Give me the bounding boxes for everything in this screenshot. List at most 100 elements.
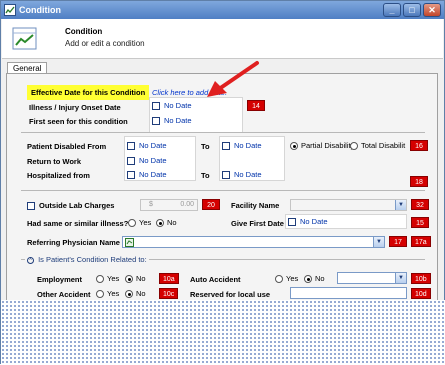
window-title: Condition [19,5,61,15]
other-yes-radio[interactable] [96,289,104,298]
total-disability-label: Total Disabilit [361,141,406,150]
hospitalized-label: Hospitalized from [27,171,90,180]
give-first-checkbox[interactable] [288,217,296,226]
hospitalized-badge: 18 [410,176,428,187]
auto-yes-option[interactable]: Yes [275,274,298,283]
other-accident-badge: 10c [159,288,179,299]
hosp-from-no-date[interactable]: No Date [127,170,167,179]
first-seen-no-date-checkbox[interactable] [152,116,160,125]
maximize-button[interactable]: □ [403,3,421,17]
hosp-to-no-date-label: No Date [234,170,262,179]
disabled-to-no-date[interactable]: No Date [222,141,262,150]
partial-disability-label: Partial Disability [301,141,355,150]
torn-edge-overlay [1,300,445,365]
auto-yes-label: Yes [286,274,299,283]
onset-date-label: Illness / Injury Onset Date [29,103,121,112]
chevron-down-icon[interactable]: ▼ [395,200,406,210]
other-no-option[interactable]: No [125,289,146,298]
disabled-to-checkbox[interactable] [222,141,230,150]
chevron-down-icon[interactable]: ▼ [395,273,406,283]
return-work-no-date-label: No Date [139,156,167,165]
employment-label: Employment [37,275,83,284]
auto-no-radio[interactable] [304,274,312,283]
other-no-radio[interactable] [125,289,133,298]
first-seen-no-date-label: No Date [164,116,192,125]
employment-yes-label: Yes [107,274,120,283]
employment-no-option[interactable]: No [125,274,146,283]
give-first-date-label: Give First Date [231,219,284,228]
employment-badge: 10a [159,273,179,284]
divider [21,132,425,133]
employment-yes-radio[interactable] [96,274,104,283]
similar-no-label: No [167,218,177,227]
first-seen-label: First seen for this condition [29,117,128,126]
collapse-icon[interactable]: ^ [27,257,34,264]
partial-disability-option[interactable]: Partial Disability [290,141,354,150]
auto-state-select[interactable]: ▼ [337,272,407,284]
hosp-from-checkbox[interactable] [127,170,135,179]
lab-currency: $ [149,201,153,208]
referring-physician-label: Referring Physician Name [27,238,120,247]
hosp-to-checkbox[interactable] [222,170,230,179]
outside-lab-option[interactable]: Outside Lab Charges [27,201,114,210]
lab-amount-input[interactable]: $ 0.00 [140,199,198,211]
red-arrow-icon [207,61,259,97]
onset-badge: 14 [247,100,265,111]
other-no-label: No [136,289,146,298]
related-group-title: ^ Is Patient's Condition Related to: [25,255,149,264]
onset-no-date-label: No Date [164,101,192,110]
auto-no-label: No [315,274,325,283]
hosp-to-no-date[interactable]: No Date [222,170,262,179]
chart-icon [12,27,37,50]
return-work-no-date[interactable]: No Date [127,156,167,165]
minimize-button[interactable]: _ [383,3,401,17]
referring-physician-select[interactable]: ▼ [122,236,385,248]
facility-select[interactable]: ▼ [290,199,407,211]
auto-badge: 10b [411,273,431,284]
other-yes-label: Yes [107,289,120,298]
total-disability-radio[interactable] [350,141,358,150]
reserved-local-use-input[interactable] [290,287,407,299]
related-title-text: Is Patient's Condition Related to: [38,255,147,264]
similar-yes-radio[interactable] [128,218,136,227]
disabled-from-checkbox[interactable] [127,141,135,150]
other-yes-option[interactable]: Yes [96,289,119,298]
similar-yes-label: Yes [139,218,152,227]
similar-illness-label: Had same or similar illness? [27,219,129,228]
hosp-from-no-date-label: No Date [139,170,167,179]
close-button[interactable]: ✕ [423,3,441,17]
auto-yes-radio[interactable] [275,274,283,283]
similar-yes-option[interactable]: Yes [128,218,151,227]
outside-lab-badge: 20 [202,199,220,210]
chevron-down-icon[interactable]: ▼ [373,237,384,247]
referring-badge-17: 17 [389,236,407,247]
header-subtitle: Add or edit a condition [65,39,145,48]
condition-app-icon [4,4,16,16]
return-to-work-label: Return to Work [27,157,82,166]
patient-disabled-label: Patient Disabled From [27,142,107,151]
give-first-no-date-label: No Date [300,217,328,226]
similar-no-option[interactable]: No [156,218,177,227]
total-disability-option[interactable]: Total Disabilit [350,141,405,150]
employment-no-radio[interactable] [125,274,133,283]
employment-yes-option[interactable]: Yes [96,274,119,283]
lab-amount-value: 0.00 [180,201,194,208]
disabled-to-no-date-label: No Date [234,141,262,150]
outside-lab-checkbox[interactable] [27,201,35,210]
onset-no-date-checkbox[interactable] [152,101,160,110]
return-work-checkbox[interactable] [127,156,135,165]
auto-no-option[interactable]: No [304,274,325,283]
partial-disability-radio[interactable] [290,141,298,150]
disabled-badge: 16 [410,140,428,151]
condition-window: Condition _ □ ✕ Condition Add or edit a … [0,0,445,365]
first-seen-no-date[interactable]: No Date [152,116,192,125]
header-title: Condition [65,27,103,36]
onset-no-date[interactable]: No Date [152,101,192,110]
reserved-local-use-label: Reserved for local use [190,290,271,299]
dialog-header: Condition Add or edit a condition [2,19,443,59]
disabled-from-no-date[interactable]: No Date [127,141,167,150]
divider [21,190,425,191]
similar-no-radio[interactable] [156,218,164,227]
give-first-no-date[interactable]: No Date [288,217,328,226]
hosp-to-label: To [201,171,210,180]
